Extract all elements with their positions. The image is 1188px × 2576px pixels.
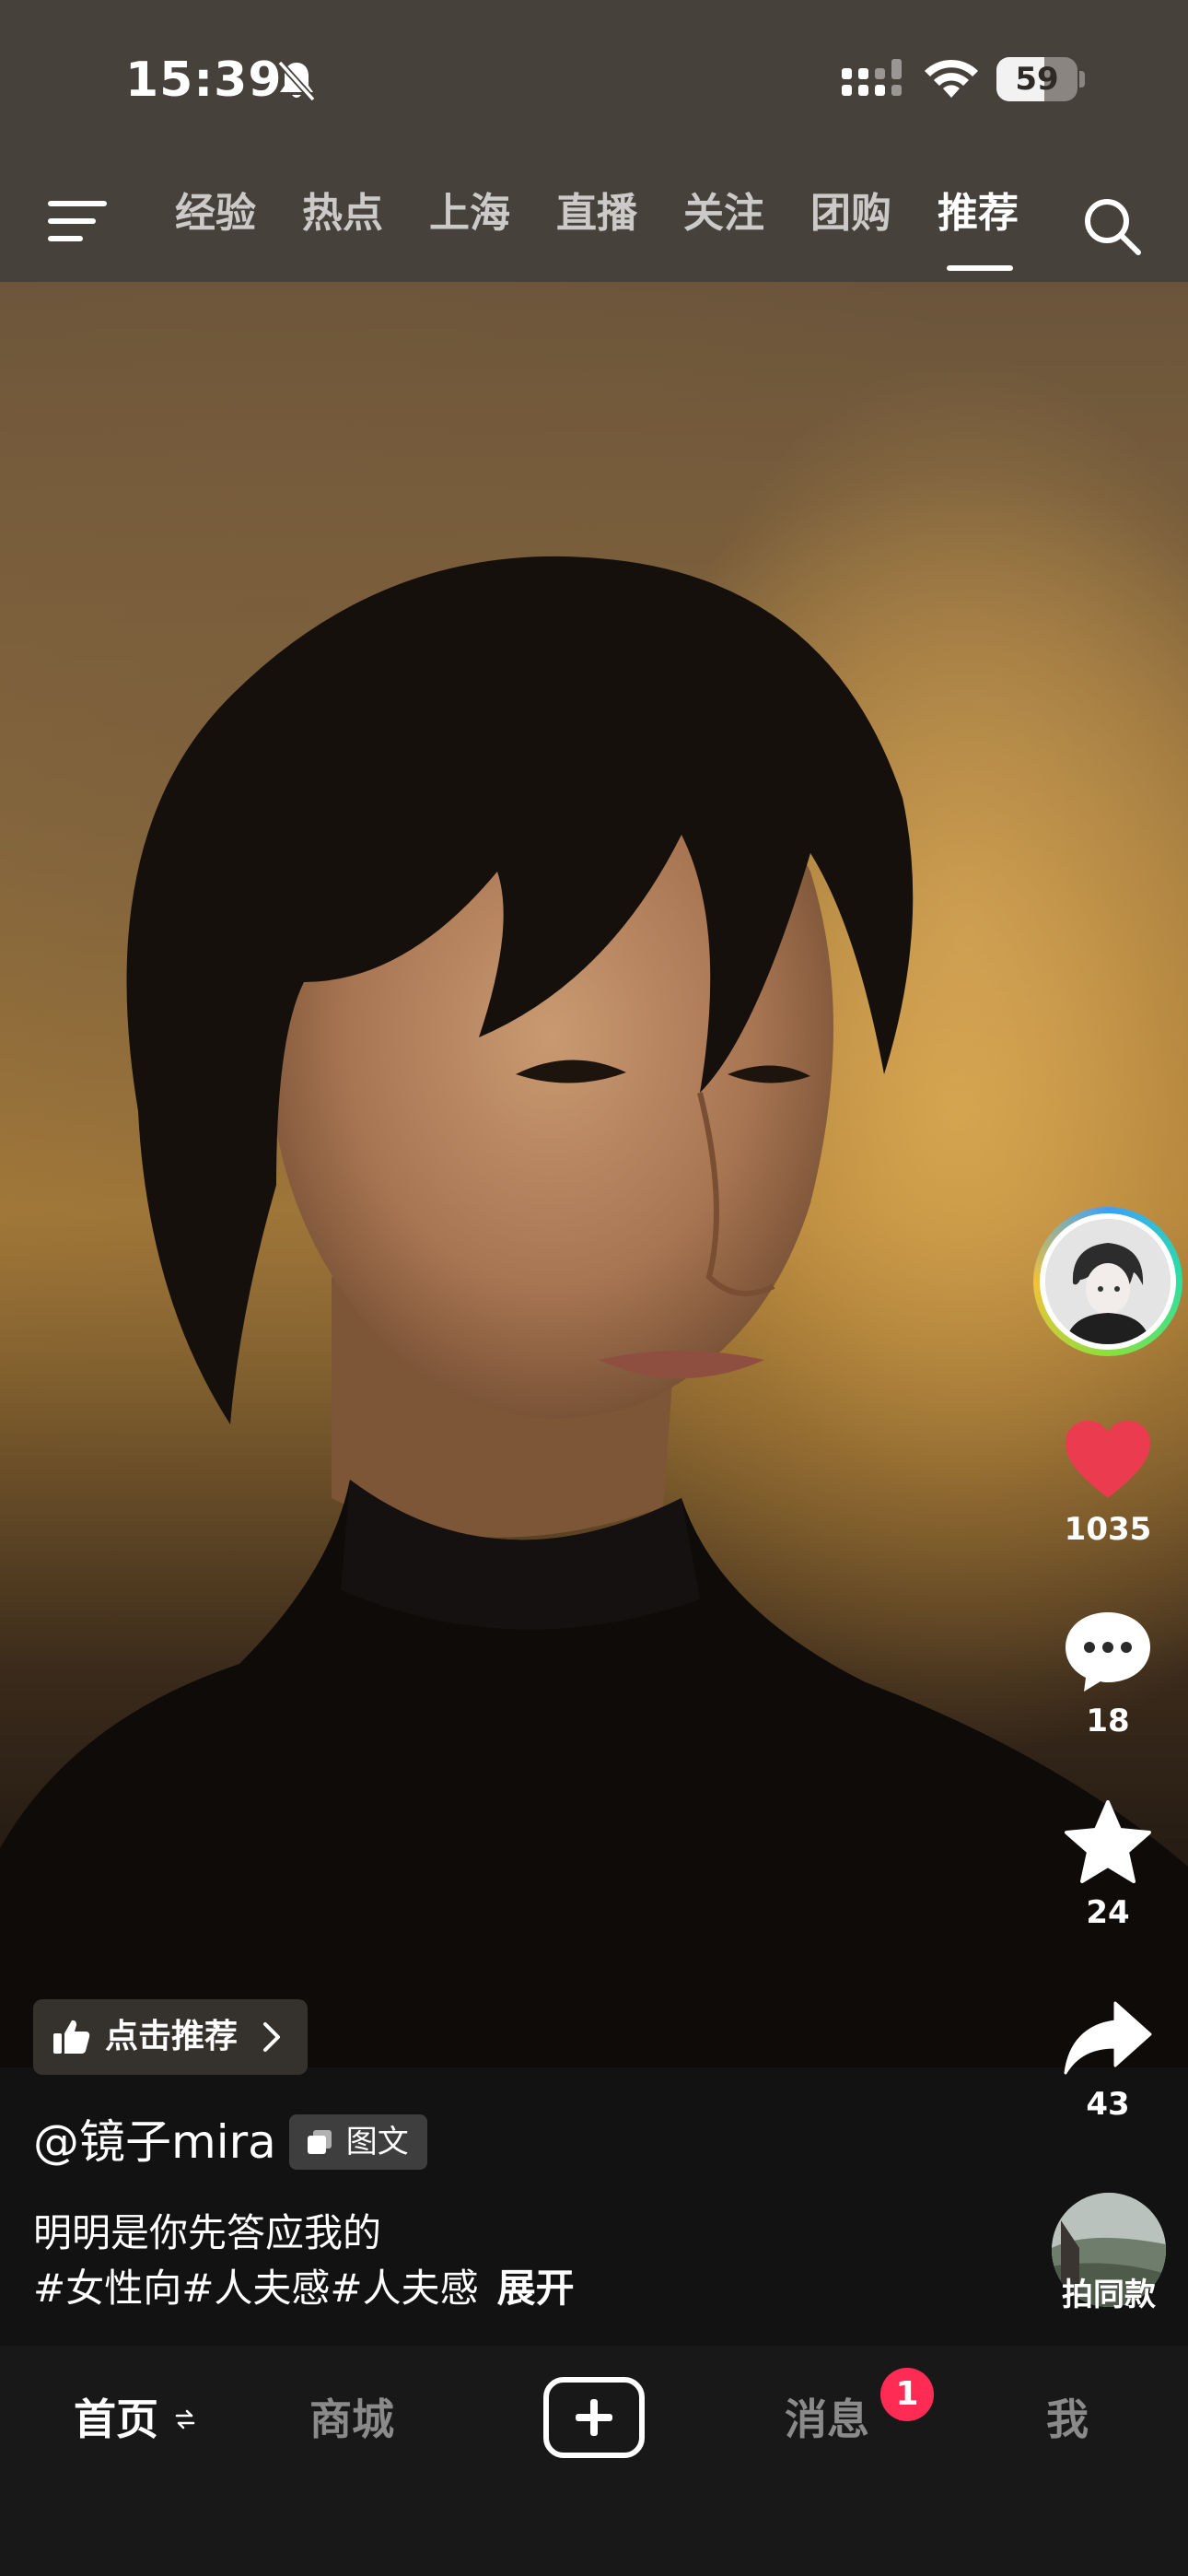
portrait-photo bbox=[0, 356, 1188, 2067]
top-tabs: 经验 热点 上海 直播 关注 团购 推荐 bbox=[175, 184, 1065, 271]
plus-icon bbox=[576, 2399, 612, 2436]
post-type-badge: 图文 bbox=[288, 2114, 427, 2170]
status-bar: 15:39 59 bbox=[0, 0, 1188, 157]
tab-live[interactable]: 直播 bbox=[556, 184, 683, 267]
like-action[interactable]: 1035 bbox=[1028, 1417, 1188, 1548]
tab-mall[interactable]: 商城 bbox=[309, 2390, 394, 2449]
gallery-icon bbox=[307, 2130, 332, 2154]
avatar-image bbox=[1045, 1219, 1171, 1344]
author-avatar[interactable] bbox=[1033, 1207, 1182, 1356]
share-arrow-icon bbox=[1064, 2001, 1152, 2075]
search-icon[interactable] bbox=[1081, 195, 1144, 258]
tab-home[interactable]: 首页 bbox=[74, 2390, 195, 2449]
post-meta: @镜子mira 图文 明明是你先答应我的 #女性向#人夫感#人夫感 展开 bbox=[33, 2110, 1009, 2316]
favorite-count: 24 bbox=[1086, 1894, 1130, 1931]
post-type-label: 图文 bbox=[345, 2124, 409, 2160]
author-row: @镜子mira 图文 bbox=[33, 2110, 1009, 2174]
battery-level: 59 bbox=[1015, 61, 1059, 98]
bottom-tab-bar: 首页 商城 消息 1 我 bbox=[0, 2346, 1188, 2576]
tab-recommended[interactable]: 推荐 bbox=[938, 184, 1065, 271]
top-area: 15:39 59 经验 热点 上海 直播 关注 团购 推荐 bbox=[0, 0, 1188, 282]
comment-icon bbox=[1066, 1612, 1150, 1692]
post-caption: 明明是你先答应我的 bbox=[33, 2210, 382, 2255]
expand-link[interactable]: 展开 bbox=[497, 2266, 575, 2311]
chevron-right-icon bbox=[263, 2022, 281, 2052]
status-time: 15:39 bbox=[125, 53, 283, 108]
post-image[interactable] bbox=[0, 282, 1188, 2067]
recommend-label: 点击推荐 bbox=[105, 2018, 239, 2055]
share-action[interactable]: 43 bbox=[1028, 1999, 1188, 2123]
thumbs-up-icon bbox=[53, 2020, 90, 2054]
tab-shanghai[interactable]: 上海 bbox=[429, 184, 556, 267]
tab-messages[interactable]: 消息 1 bbox=[785, 2368, 934, 2449]
favorite-action[interactable]: 24 bbox=[1028, 1800, 1188, 1931]
same-style-button[interactable]: 拍同款 bbox=[1048, 2193, 1170, 2313]
recommend-chip[interactable]: 点击推荐 bbox=[33, 1999, 308, 2075]
star-icon bbox=[1065, 1800, 1151, 1883]
unread-badge: 1 bbox=[880, 2368, 934, 2421]
create-button[interactable] bbox=[543, 2377, 645, 2458]
tab-messages-label: 消息 bbox=[785, 2395, 869, 2444]
battery-icon: 59 bbox=[996, 57, 1085, 101]
hashtags[interactable]: #女性向#人夫感#人夫感 bbox=[33, 2266, 479, 2311]
swap-arrows-icon bbox=[175, 2409, 195, 2430]
top-nav: 经验 热点 上海 直播 关注 团购 推荐 bbox=[0, 175, 1188, 276]
hashtag-line: #女性向#人夫感#人夫感 展开 bbox=[33, 2261, 1009, 2316]
heart-icon bbox=[1066, 1421, 1150, 1498]
like-count: 1035 bbox=[1064, 1511, 1152, 1548]
tab-group-buy[interactable]: 团购 bbox=[810, 184, 938, 267]
tab-experience[interactable]: 经验 bbox=[175, 184, 302, 267]
cellular-signal-icon bbox=[842, 59, 902, 96]
bell-muted-icon bbox=[277, 60, 316, 102]
wifi-icon bbox=[925, 59, 978, 98]
same-style-label: 拍同款 bbox=[1062, 2277, 1156, 2313]
app-screen: 15:39 59 经验 热点 上海 直播 关注 团购 推荐 点击推荐 @镜子mi… bbox=[0, 0, 1188, 2576]
comment-action[interactable]: 18 bbox=[1028, 1609, 1188, 1739]
comment-count: 18 bbox=[1086, 1703, 1130, 1739]
tab-me[interactable]: 我 bbox=[1046, 2390, 1089, 2449]
tab-home-label: 首页 bbox=[74, 2395, 158, 2444]
share-count: 43 bbox=[1086, 2086, 1130, 2123]
tab-following[interactable]: 关注 bbox=[683, 184, 810, 267]
menu-icon[interactable] bbox=[48, 197, 107, 245]
author-name[interactable]: @镜子mira bbox=[33, 2110, 276, 2174]
tab-trending[interactable]: 热点 bbox=[302, 184, 429, 267]
